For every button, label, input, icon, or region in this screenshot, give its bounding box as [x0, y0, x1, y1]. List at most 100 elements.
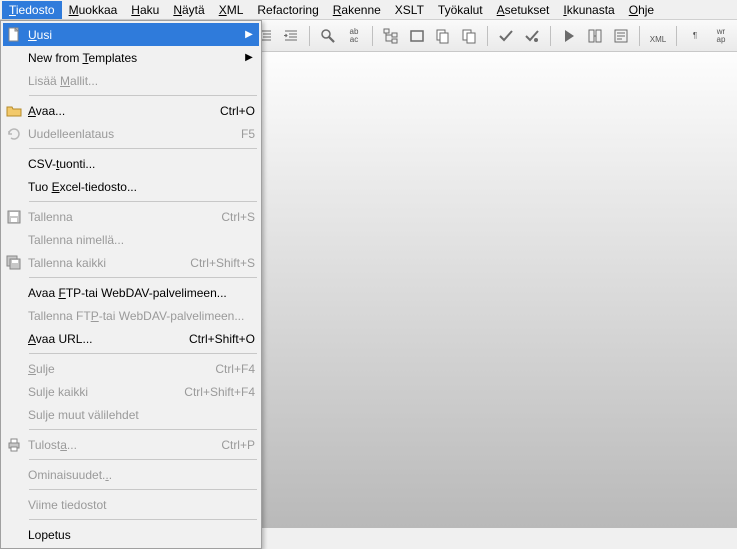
- no-icon: [5, 284, 23, 302]
- menu-ikkunasta[interactable]: Ikkunasta: [556, 1, 621, 19]
- paste-icon[interactable]: [457, 24, 481, 48]
- menu-item-label: Sulje muut välilehdet: [28, 408, 255, 422]
- file-menu-dropdown: Uusi▶New from Templates▶Lisää Mallit...A…: [0, 20, 262, 549]
- menu-xml[interactable]: XML: [212, 1, 251, 19]
- config-icon[interactable]: [609, 24, 633, 48]
- no-icon: [5, 496, 23, 514]
- xml-icon[interactable]: XML: [646, 24, 670, 48]
- check-icon[interactable]: [494, 24, 518, 48]
- tree-icon[interactable]: [379, 24, 403, 48]
- wrap-icon[interactable]: wrap: [709, 24, 733, 48]
- menu-shortcut: Ctrl+P: [195, 438, 255, 452]
- no-icon: [5, 155, 23, 173]
- menu-separator: [29, 201, 257, 202]
- menu-item-uusi[interactable]: Uusi▶: [3, 23, 259, 46]
- menu-haku[interactable]: Haku: [124, 1, 166, 19]
- menu-shortcut: F5: [195, 127, 255, 141]
- menu-näytä[interactable]: Näytä: [166, 1, 211, 19]
- menu-separator: [29, 148, 257, 149]
- find-replace-icon[interactable]: abac: [342, 24, 366, 48]
- menu-shortcut: Ctrl+Shift+F4: [184, 385, 255, 399]
- toolbar-separator: [639, 26, 640, 46]
- menu-item-label: Viime tiedostot: [28, 498, 255, 512]
- toolbar-separator: [372, 26, 373, 46]
- menu-item-avaa-ftp-tai-webdav-palvelimeen[interactable]: Avaa FTP-tai WebDAV-palvelimeen...: [3, 281, 259, 304]
- reload-icon: [5, 125, 23, 143]
- no-icon: [5, 526, 23, 544]
- menu-item-label: Avaa URL...: [28, 332, 181, 346]
- submenu-arrow-icon: ▶: [243, 52, 255, 63]
- menu-ohje[interactable]: Ohje: [622, 1, 661, 19]
- menu-item-tallenna-kaikki: Tallenna kaikki Ctrl+Shift+S: [3, 251, 259, 274]
- menu-item-sulje: SuljeCtrl+F4: [3, 357, 259, 380]
- menu-separator: [29, 95, 257, 96]
- menu-xslt[interactable]: XSLT: [388, 1, 431, 19]
- menu-shortcut: Ctrl+Shift+S: [190, 256, 255, 270]
- no-icon: [5, 231, 23, 249]
- menu-item-label: Lisää Mallit...: [28, 74, 255, 88]
- menu-separator: [29, 353, 257, 354]
- menu-item-label: Tuo Excel-tiedosto...: [28, 180, 255, 194]
- menu-item-label: New from Templates: [28, 51, 243, 65]
- menu-item-tallenna-ftp-tai-webdav-palvelimeen: Tallenna FTP-tai WebDAV-palvelimeen...: [3, 304, 259, 327]
- menu-item-csv-tuonti[interactable]: CSV-tuonti...: [3, 152, 259, 175]
- no-icon: [5, 383, 23, 401]
- menu-muokkaa[interactable]: Muokkaa: [62, 1, 125, 19]
- convert-icon[interactable]: [583, 24, 607, 48]
- menu-shortcut: Ctrl+S: [195, 210, 255, 224]
- no-icon: [5, 330, 23, 348]
- menu-separator: [29, 277, 257, 278]
- indent-right-icon[interactable]: [279, 24, 303, 48]
- menu-item-tallenna: Tallenna Ctrl+S: [3, 205, 259, 228]
- menu-item-new-from-templates[interactable]: New from Templates▶: [3, 46, 259, 69]
- toolbar-separator: [550, 26, 551, 46]
- menu-item-avaa-url[interactable]: Avaa URL... Ctrl+Shift+O: [3, 327, 259, 350]
- box-icon[interactable]: [405, 24, 429, 48]
- menu-tiedosto[interactable]: Tiedosto: [2, 1, 62, 19]
- no-icon: [5, 178, 23, 196]
- menu-refactoring[interactable]: Refactoring: [250, 1, 325, 19]
- menu-item-label: Tallenna kaikki: [28, 256, 182, 270]
- menu-työkalut[interactable]: Työkalut: [431, 1, 490, 19]
- menu-item-label: Lopetus: [28, 528, 255, 542]
- find-icon[interactable]: [316, 24, 340, 48]
- menu-item-lis-mallit: Lisää Mallit...: [3, 69, 259, 92]
- print-icon: [5, 436, 23, 454]
- menu-item-label: Avaa...: [28, 104, 187, 118]
- no-icon: [5, 466, 23, 484]
- menu-item-tuo-excel-tiedosto[interactable]: Tuo Excel-tiedosto...: [3, 175, 259, 198]
- menu-separator: [29, 459, 257, 460]
- menu-item-label: CSV-tuonti...: [28, 157, 255, 171]
- menu-asetukset[interactable]: Asetukset: [490, 1, 557, 19]
- copy-icon[interactable]: [431, 24, 455, 48]
- save-all-icon: [5, 254, 23, 272]
- menu-separator: [29, 519, 257, 520]
- toolbar-separator: [487, 26, 488, 46]
- menu-item-ominaisuudet: Ominaisuudet...: [3, 463, 259, 486]
- menu-item-label: Sulje: [28, 362, 187, 376]
- menu-item-label: Avaa FTP-tai WebDAV-palvelimeen...: [28, 286, 255, 300]
- menu-item-label: Tallenna FTP-tai WebDAV-palvelimeen...: [28, 309, 255, 323]
- check2-icon[interactable]: [520, 24, 544, 48]
- pilcrow-icon[interactable]: ¶: [683, 24, 707, 48]
- menu-item-tulosta: Tulosta... Ctrl+P: [3, 433, 259, 456]
- menu-item-viime-tiedostot: Viime tiedostot: [3, 493, 259, 516]
- save-icon: [5, 208, 23, 226]
- menu-item-label: Tulosta...: [28, 438, 187, 452]
- play-icon[interactable]: [557, 24, 581, 48]
- menu-item-avaa[interactable]: Avaa...Ctrl+O: [3, 99, 259, 122]
- no-icon: [5, 307, 23, 325]
- menu-item-label: Sulje kaikki: [28, 385, 176, 399]
- submenu-arrow-icon: ▶: [243, 29, 255, 40]
- menu-item-uudelleenlataus: UudelleenlatausF5: [3, 122, 259, 145]
- menu-item-lopetus[interactable]: Lopetus: [3, 523, 259, 546]
- menu-item-label: Tallenna: [28, 210, 187, 224]
- menu-item-sulje-muut-v-lilehdet: Sulje muut välilehdet: [3, 403, 259, 426]
- menu-item-label: Uusi: [28, 28, 243, 42]
- doc-icon: [5, 26, 23, 44]
- menu-rakenne[interactable]: Rakenne: [326, 1, 388, 19]
- menu-separator: [29, 489, 257, 490]
- menu-item-label: Tallenna nimellä...: [28, 233, 255, 247]
- menu-item-sulje-kaikki: Sulje kaikki Ctrl+Shift+F4: [3, 380, 259, 403]
- menu-shortcut: Ctrl+Shift+O: [189, 332, 255, 346]
